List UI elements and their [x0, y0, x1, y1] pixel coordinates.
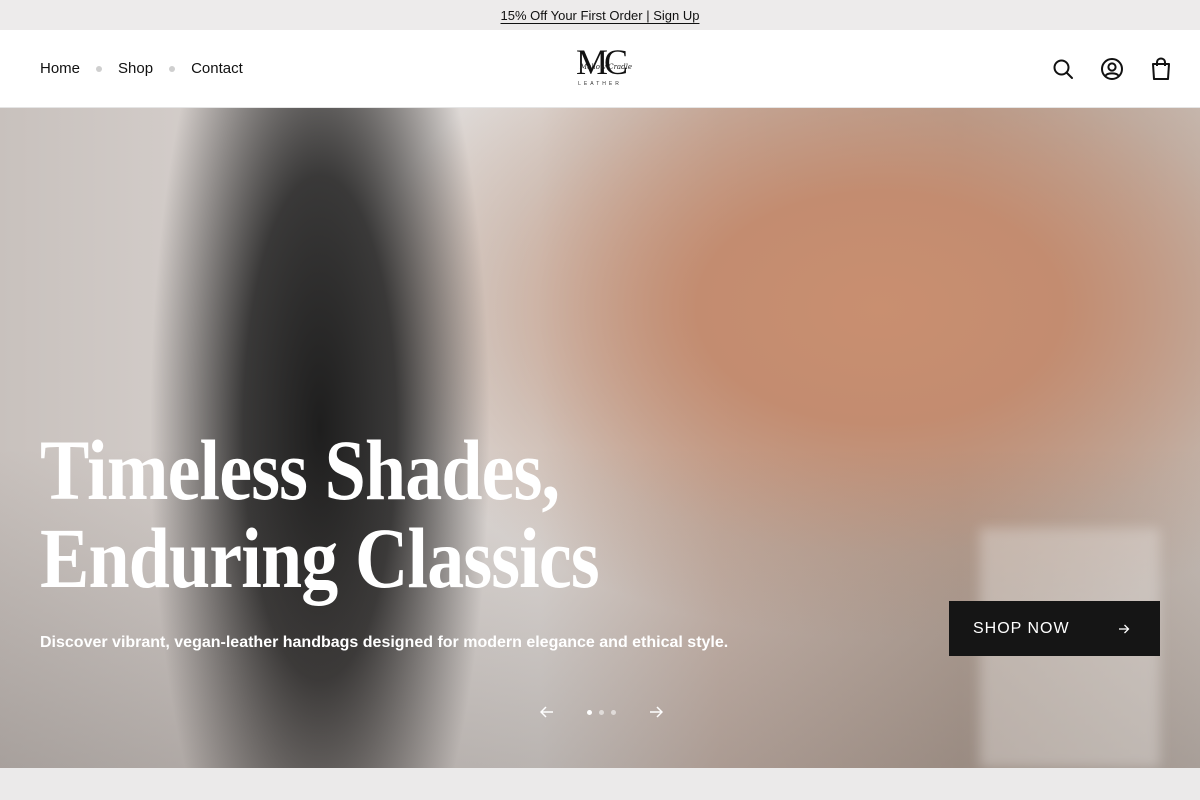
logo-monogram: MC — [575, 42, 628, 82]
shop-now-button[interactable]: SHOP NOW — [949, 601, 1160, 656]
hero-banner: Timeless Shades, Enduring Classics Disco… — [0, 108, 1200, 768]
slide-dot-2[interactable] — [599, 709, 604, 715]
site-header: Home Shop Contact MC Mellow Cradle LEATH… — [0, 30, 1200, 108]
nav-item-home[interactable]: Home — [40, 60, 80, 77]
nav-separator — [169, 65, 176, 72]
slide-dot-3[interactable] — [611, 709, 616, 715]
logo-script: Mellow Cradle — [580, 63, 632, 71]
brand-logo[interactable]: MC Mellow Cradle LEATHER — [560, 44, 640, 94]
shop-now-label: SHOP NOW — [973, 619, 1070, 637]
nav-item-shop[interactable]: Shop — [118, 60, 153, 77]
nav-separator — [96, 65, 103, 72]
hero-subtitle: Discover vibrant, vegan-leather handbags… — [40, 634, 729, 651]
hero-headline-line1: Timeless Shades, — [40, 422, 560, 518]
next-section — [0, 768, 1200, 800]
arrow-right-icon — [650, 706, 663, 718]
slider-controls — [535, 700, 668, 724]
next-slide-button[interactable] — [644, 700, 668, 724]
arrow-left-icon — [540, 706, 553, 718]
slide-dot-1[interactable] — [587, 709, 592, 715]
logo-subtitle: LEATHER — [578, 81, 622, 87]
main-nav: Home Shop Contact — [40, 30, 243, 107]
arrow-right-icon — [1119, 624, 1130, 633]
announcement-link[interactable]: 15% Off Your First Order | Sign Up — [501, 8, 700, 23]
hero-headline-line2: Enduring Classics — [40, 510, 600, 606]
hero-headline: Timeless Shades, Enduring Classics — [40, 422, 600, 606]
search-icon[interactable] — [1049, 55, 1076, 82]
slide-dots — [587, 709, 616, 715]
cart-icon[interactable] — [1147, 55, 1174, 82]
prev-slide-button[interactable] — [535, 700, 559, 724]
nav-item-contact[interactable]: Contact — [191, 60, 243, 77]
header-icons — [1049, 30, 1174, 107]
account-icon[interactable] — [1098, 55, 1125, 82]
announcement-bar: 15% Off Your First Order | Sign Up — [0, 0, 1200, 30]
